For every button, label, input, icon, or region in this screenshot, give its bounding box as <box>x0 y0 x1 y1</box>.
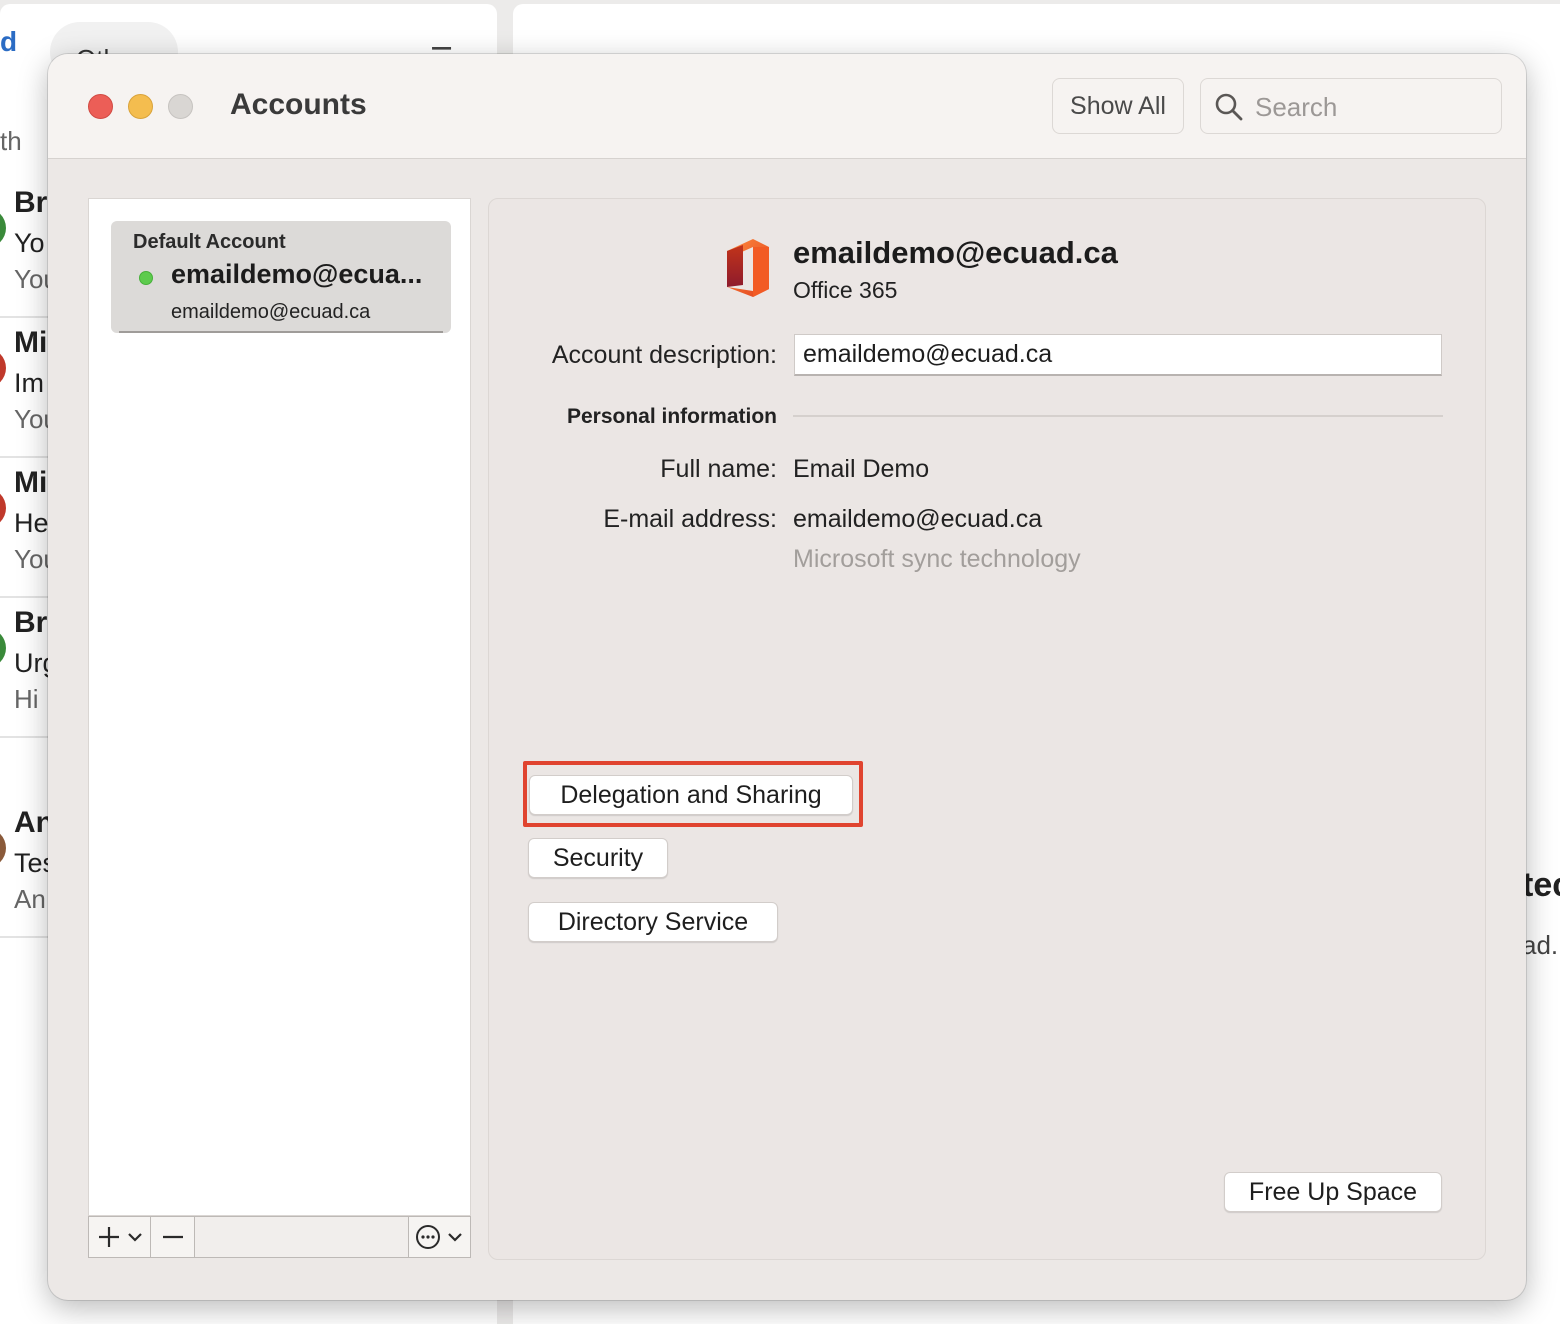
full-name-label: Full name: <box>660 455 777 483</box>
office-365-icon <box>727 239 769 297</box>
mail-subject: He <box>14 508 49 538</box>
security-button[interactable]: Security <box>528 838 668 878</box>
mail-sender: Mi <box>14 326 48 359</box>
remove-account-button[interactable] <box>151 1217 195 1257</box>
account-type: Office 365 <box>793 277 898 303</box>
status-online-icon <box>139 271 153 285</box>
mail-preview: Hi <box>14 684 39 714</box>
window-title: Accounts <box>230 88 367 121</box>
more-actions-button[interactable] <box>408 1217 470 1257</box>
avatar <box>0 208 6 248</box>
reading-pane-fragment: tec <box>1522 866 1560 904</box>
show-all-button[interactable]: Show All <box>1052 78 1184 134</box>
minus-icon <box>163 1235 183 1239</box>
account-group-header: Default Account <box>133 231 286 253</box>
section-divider <box>793 415 1443 417</box>
account-name: emaildemo@ecua... <box>171 259 423 289</box>
account-description-field[interactable] <box>794 334 1442 376</box>
account-list-item[interactable]: Default Account emaildemo@ecua... emaild… <box>111 221 451 333</box>
zoom-button[interactable] <box>168 94 193 119</box>
search-fragment: th <box>0 126 22 156</box>
reading-pane-fragment: ad. <box>1522 930 1559 960</box>
avatar <box>0 488 6 528</box>
selection-underline <box>119 331 443 333</box>
focused-tab-fragment[interactable]: d <box>0 26 17 58</box>
sync-technology-value: Microsoft sync technology <box>793 545 1081 573</box>
search-placeholder: Search <box>1255 92 1338 122</box>
mail-sender: Br <box>14 606 48 639</box>
account-description-label: Account description: <box>551 341 777 369</box>
email-address-label: E-mail address: <box>603 505 777 533</box>
accounts-window: Accounts Show All Search Default Account… <box>48 54 1526 1300</box>
title-bar: Accounts Show All Search <box>48 54 1526 159</box>
mail-subject: Yo <box>14 228 45 258</box>
avatar <box>0 828 6 868</box>
minimize-button[interactable] <box>128 94 153 119</box>
mail-preview: An <box>14 884 46 914</box>
close-button[interactable] <box>88 94 113 119</box>
mail-sender: Mi <box>14 466 48 499</box>
mail-sender: Br <box>14 186 48 219</box>
delegation-and-sharing-button[interactable]: Delegation and Sharing <box>529 775 853 815</box>
add-account-button[interactable] <box>89 1217 151 1257</box>
avatar <box>0 348 6 388</box>
mail-subject: Im <box>14 368 44 398</box>
full-name-value: Email Demo <box>793 455 930 483</box>
account-list-toolbar <box>88 1216 471 1258</box>
search-field[interactable]: Search <box>1200 78 1502 134</box>
plus-chevron-icon <box>99 1227 142 1247</box>
account-email: emaildemo@ecuad.ca <box>171 301 371 323</box>
avatar <box>0 628 6 668</box>
account-title: emaildemo@ecuad.ca <box>793 235 1118 270</box>
directory-service-button[interactable]: Directory Service <box>528 902 778 942</box>
ellipsis-circle-chevron-icon <box>416 1225 462 1249</box>
account-detail-panel: emaildemo@ecuad.ca Office 365 Account de… <box>488 198 1486 1260</box>
free-up-space-button[interactable]: Free Up Space <box>1224 1172 1442 1212</box>
email-address-value: emaildemo@ecuad.ca <box>793 505 1043 533</box>
account-list: Default Account emaildemo@ecua... emaild… <box>88 198 471 1216</box>
search-icon <box>1215 93 1243 121</box>
personal-information-heading: Personal information <box>566 405 777 428</box>
